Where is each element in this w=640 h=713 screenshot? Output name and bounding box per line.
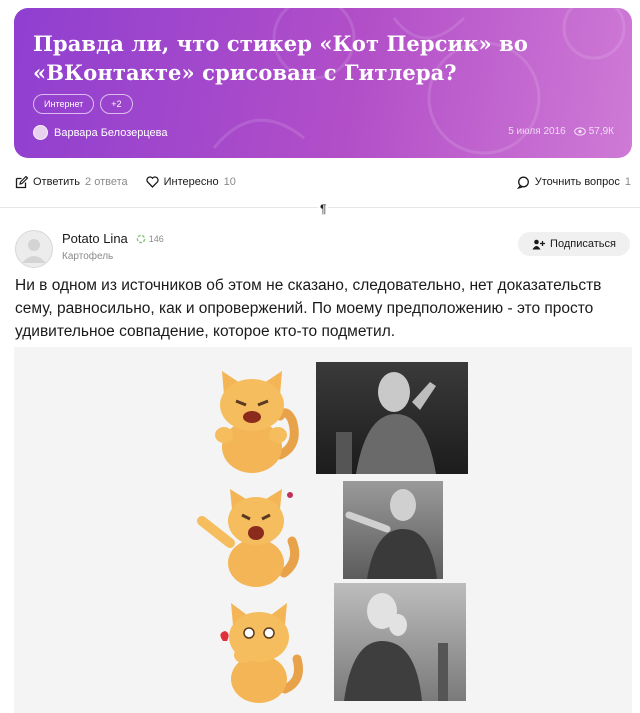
text-cursor-icon: ¶ [318, 202, 329, 216]
question-bubble-icon [516, 176, 529, 189]
subscribe-button[interactable]: Подписаться [518, 232, 630, 256]
archive-photo-2 [343, 481, 443, 579]
answerer-avatar[interactable] [15, 230, 53, 268]
add-person-icon [532, 239, 546, 249]
clarify-count: 1 [624, 176, 631, 188]
question-date: 5 июля 2016 [508, 126, 566, 137]
tag-internet[interactable]: Интернет [33, 94, 95, 114]
karma-badge: 146 [136, 234, 164, 244]
answer-button[interactable]: Ответить 2 ответа [15, 175, 128, 189]
archive-photo-3 [334, 583, 466, 701]
answer-label: Ответить [33, 176, 81, 188]
clarify-label: Уточнить вопрос [534, 176, 620, 188]
question-author[interactable]: Варвара Белозерцева [33, 125, 168, 140]
interesting-label: Интересно [163, 176, 219, 188]
view-count: 57,9К [588, 126, 614, 137]
interesting-count: 10 [223, 176, 236, 188]
answer-text: Ни в одном из источников об этом не сказ… [15, 274, 627, 343]
user-silhouette-icon [22, 239, 46, 263]
answerer-name-row: Potato Lina 146 [62, 231, 164, 246]
answerer-name[interactable]: Potato Lina [62, 231, 128, 246]
heart-icon [145, 176, 159, 188]
question-actions: Ответить 2 ответа Интересно 10 Уточнить … [15, 170, 631, 194]
author-name: Варвара Белозерцева [54, 126, 168, 139]
subscribe-label: Подписаться [550, 238, 616, 250]
answerer-role: Картофель [62, 251, 114, 262]
clarify-button[interactable]: Уточнить вопрос 1 [516, 176, 631, 189]
karma-icon [136, 234, 146, 243]
comparison-image [14, 347, 632, 713]
edit-icon [15, 175, 28, 188]
question-title: Правда ли, что стикер «Кот Персик» во «В… [33, 31, 528, 85]
archive-photo-1 [316, 362, 468, 474]
interesting-button[interactable]: Интересно 10 [145, 176, 236, 188]
cat-sticker-pointing [197, 489, 300, 587]
answer-paragraph: Ни в одном из источников об этом не сказ… [15, 277, 602, 340]
tag-more[interactable]: +2 [100, 94, 133, 114]
answer-count: 2 ответа [85, 176, 128, 188]
karma-value: 146 [148, 233, 164, 244]
cat-sticker-kiss [220, 603, 303, 703]
eye-icon [573, 127, 586, 136]
avatar [33, 125, 48, 140]
cat-sticker-angry [215, 371, 299, 473]
question-header: Правда ли, что стикер «Кот Персик» во «В… [14, 8, 632, 158]
